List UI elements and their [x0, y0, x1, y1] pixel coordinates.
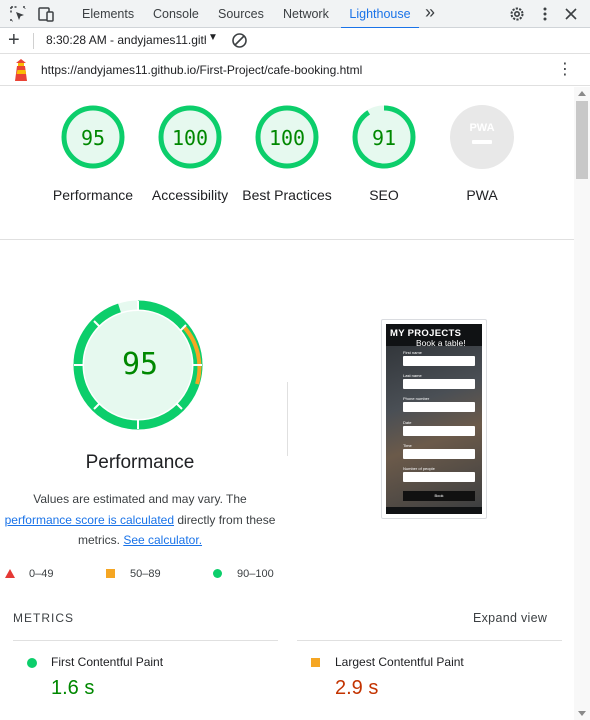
- report-scrollbar[interactable]: [574, 87, 590, 720]
- tab-sources[interactable]: Sources: [218, 0, 264, 28]
- performance-section: 95 Performance Values are estimated and …: [0, 241, 574, 601]
- clear-icon[interactable]: [231, 32, 248, 49]
- metric-value: 2.9 s: [335, 677, 379, 699]
- performance-title: Performance: [85, 452, 195, 473]
- pwa-badge-text: PWA: [469, 122, 494, 134]
- screenshot-field-label: First name: [403, 350, 422, 355]
- tab-network[interactable]: Network: [283, 0, 329, 28]
- gauge-score: 100: [171, 126, 209, 150]
- screenshot-field: [403, 356, 475, 366]
- more-tabs-icon[interactable]: »: [425, 2, 435, 23]
- gauge-pwa[interactable]: PWA PWA: [432, 104, 532, 205]
- screenshot-field-label: Phone number: [403, 396, 430, 401]
- screenshot-field-label: Last name: [403, 373, 422, 378]
- gauge-best-practices[interactable]: 100 Best Practices: [237, 104, 337, 205]
- tab-lighthouse-label: Lighthouse: [349, 7, 411, 21]
- scroll-up-arrow-icon[interactable]: [578, 91, 586, 96]
- scroll-down-arrow-icon[interactable]: [578, 711, 586, 716]
- performance-description: Values are estimated and may vary. The p…: [4, 489, 276, 551]
- kebab-menu-icon[interactable]: ⋮: [557, 60, 573, 80]
- close-icon[interactable]: [562, 5, 580, 23]
- gauge-label: SEO: [369, 187, 399, 203]
- performance-score-link[interactable]: performance score is calculated: [5, 513, 174, 527]
- screenshot-field: [403, 449, 475, 459]
- legend-fail-range: 0–49: [29, 568, 54, 580]
- pass-circle-icon: [27, 658, 37, 668]
- kebab-menu-icon[interactable]: [536, 5, 554, 23]
- screenshot-book-button: Book: [403, 491, 475, 501]
- screenshot-image: MY PROJECTS Book a table! First name Las…: [386, 324, 482, 514]
- vertical-divider: [287, 382, 288, 456]
- pass-circle-icon: [213, 569, 222, 578]
- tab-lighthouse[interactable]: Lighthouse: [341, 0, 419, 29]
- desc-text: Values are estimated and may vary. The: [33, 492, 247, 506]
- gauge-performance[interactable]: 95 Performance: [43, 104, 143, 205]
- metrics-divider: [13, 640, 278, 641]
- screenshot-field: [403, 472, 475, 482]
- performance-big-score: 95: [121, 347, 159, 382]
- device-toolbar-icon[interactable]: [37, 5, 55, 23]
- toolbar-divider: [33, 33, 34, 49]
- gauge-accessibility[interactable]: 100 Accessibility: [140, 104, 240, 205]
- metric-name: First Contentful Paint: [51, 655, 164, 669]
- metrics-heading: METRICS: [13, 611, 74, 625]
- see-calculator-link[interactable]: See calculator.: [123, 533, 202, 547]
- gauge-label: Best Practices: [242, 187, 332, 203]
- screenshot-field: [403, 402, 475, 412]
- expand-view-button[interactable]: Expand view: [473, 611, 547, 625]
- screenshot-subtitle: Book a table!: [416, 338, 466, 348]
- devtools-tab-bar: Elements Console Sources Network Lightho…: [0, 0, 590, 29]
- metrics-divider: [297, 640, 562, 641]
- scrollbar-thumb[interactable]: [576, 101, 588, 179]
- tab-elements[interactable]: Elements: [82, 0, 134, 28]
- screenshot-field: [403, 426, 475, 436]
- screenshot-field-label: Number of people: [403, 466, 435, 471]
- gauge-label: PWA: [466, 187, 498, 203]
- lighthouse-toolbar: + 8:30:28 AM - andyjames11.githu ▼: [0, 28, 590, 54]
- gauge-seo[interactable]: 91 SEO: [334, 104, 434, 205]
- score-gauges-row: 95 Performance 100 Accessibility 100 Bes…: [0, 87, 574, 240]
- settings-icon[interactable]: [508, 5, 526, 23]
- dropdown-caret-icon[interactable]: ▼: [208, 32, 218, 43]
- gauge-score: 95: [80, 126, 106, 150]
- inspect-element-icon[interactable]: [9, 5, 27, 23]
- score-legend: 0–49 50–89 90–100: [0, 566, 290, 586]
- screenshot-field-label: Time: [403, 443, 412, 448]
- final-screenshot-thumbnail[interactable]: MY PROJECTS Book a table! First name Las…: [381, 319, 487, 519]
- report-selector[interactable]: 8:30:28 AM - andyjames11.githu: [46, 33, 206, 47]
- lighthouse-report: 95 Performance 100 Accessibility 100 Bes…: [0, 87, 574, 720]
- screenshot-field: [403, 379, 475, 389]
- metric-value: 1.6 s: [51, 677, 95, 699]
- legend-average-range: 50–89: [130, 568, 161, 580]
- lighthouse-logo-icon: [15, 59, 27, 81]
- gauge-score: 100: [268, 126, 306, 150]
- plus-icon[interactable]: +: [8, 29, 20, 51]
- gauge-label: Performance: [52, 187, 134, 203]
- url-bar: https://andyjames11.github.io/First-Proj…: [0, 55, 590, 86]
- gauge-score: 91: [371, 126, 397, 150]
- screenshot-footer: [386, 507, 482, 514]
- average-square-icon: [311, 658, 320, 667]
- page-url: https://andyjames11.github.io/First-Proj…: [41, 63, 363, 77]
- legend-pass-range: 90–100: [237, 568, 274, 580]
- average-square-icon: [106, 569, 115, 578]
- metric-name: Largest Contentful Paint: [335, 655, 464, 669]
- pwa-badge-icon: PWA: [450, 105, 514, 169]
- tab-console[interactable]: Console: [153, 0, 199, 28]
- gauge-label: Accessibility: [151, 187, 229, 203]
- fail-triangle-icon: [5, 569, 15, 578]
- screenshot-field-label: Date: [403, 420, 412, 425]
